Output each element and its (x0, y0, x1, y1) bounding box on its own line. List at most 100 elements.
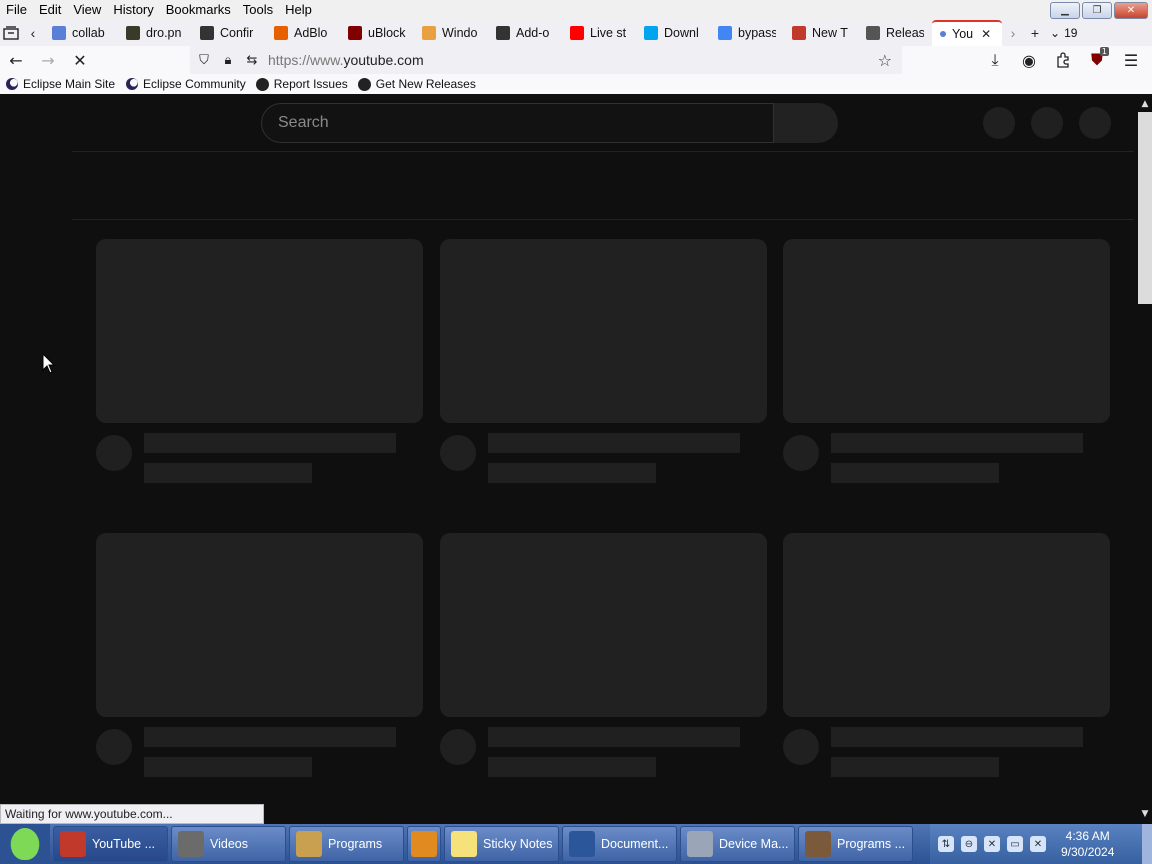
taskbar-button-1[interactable]: Videos (171, 826, 286, 862)
tab-0[interactable]: collab (44, 20, 118, 46)
taskbar-button-label: Device Ma... (719, 837, 789, 851)
volume-muted-icon[interactable]: ✕ (1030, 836, 1046, 852)
bookmark-get-new-releases[interactable]: Get New Releases (353, 77, 481, 91)
skeleton-avatar (96, 435, 132, 471)
menu-file[interactable]: File (0, 0, 33, 20)
taskbar-button-7[interactable]: Programs ... (798, 826, 913, 862)
skeleton-meta-line (144, 463, 312, 483)
tab-10[interactable]: New T (784, 20, 858, 46)
scroll-tabs-left-button[interactable]: ‹ (22, 22, 44, 44)
tab-overview-button[interactable] (0, 22, 22, 44)
bookmark-eclipse-main-site[interactable]: Eclipse Main Site (0, 77, 120, 91)
bookmark-label: Eclipse Main Site (23, 77, 116, 91)
scroll-tabs-right-button[interactable]: › (1002, 22, 1024, 44)
eclipse-icon (125, 77, 139, 91)
close-window-button[interactable]: ✕ (1114, 2, 1148, 19)
bookmark-report-issues[interactable]: Report Issues (251, 77, 353, 91)
forward-button[interactable]: → (32, 46, 64, 74)
google-icon (718, 26, 732, 40)
network-icon[interactable]: ⇅ (938, 836, 954, 852)
search-input[interactable] (278, 114, 773, 132)
page-scrollbar[interactable]: ▲ ▼ (1134, 94, 1152, 824)
menu-edit[interactable]: Edit (33, 0, 67, 20)
display-icon[interactable]: ▭ (1007, 836, 1023, 852)
divider (72, 219, 1134, 220)
tab-6[interactable]: Add-o (488, 20, 562, 46)
open-menu-button[interactable]: ☰ (1116, 46, 1146, 74)
skeleton-title-line (488, 433, 740, 453)
start-button[interactable] (0, 824, 50, 864)
back-button[interactable]: ← (0, 46, 32, 74)
bookmark-eclipse-community[interactable]: Eclipse Community (120, 77, 251, 91)
account-icon: ◉ (1022, 50, 1036, 70)
menu-history[interactable]: History (107, 0, 159, 20)
plus-icon: + (1030, 25, 1040, 41)
search-button[interactable] (774, 103, 838, 143)
shield-icon[interactable]: ⛉ (194, 53, 214, 68)
media-player-icon (411, 831, 437, 857)
tab-4[interactable]: uBlock (340, 20, 414, 46)
taskbar-button-0[interactable]: YouTube ... (53, 826, 168, 862)
address-bar[interactable]: ⛉ 🔒︎ ⇆ https://www.youtube.com ☆ (190, 46, 902, 74)
clock[interactable]: 4:36 AM 9/30/2024 (1061, 828, 1114, 860)
tab-label: Confir (220, 26, 254, 40)
taskbar-button-label: Sticky Notes (483, 837, 553, 851)
skeleton-avatar-button (1079, 107, 1111, 139)
minimize-button[interactable]: ▁ (1050, 2, 1080, 19)
tab-active-youtube[interactable]: You ✕ (932, 20, 1002, 46)
account-button[interactable]: ◉ (1014, 46, 1044, 74)
taskbar-button-2[interactable]: Programs (289, 826, 404, 862)
taskbar-button-3[interactable] (407, 826, 441, 862)
tab-5[interactable]: Windo (414, 20, 488, 46)
skeleton-avatar (783, 435, 819, 471)
lock-icon[interactable]: 🔒︎ (218, 53, 238, 68)
ublock-icon (348, 26, 362, 40)
tab-label: bypass (738, 26, 776, 40)
diamond-icon (422, 26, 436, 40)
new-tab-button[interactable]: + (1024, 22, 1046, 44)
tab-2[interactable]: Confir (192, 20, 266, 46)
network-disconnected-icon[interactable]: ✕ (984, 836, 1000, 852)
tab-7[interactable]: Live st (562, 20, 636, 46)
skeleton-meta-line (831, 463, 999, 483)
taskbar-button-6[interactable]: Device Ma... (680, 826, 795, 862)
tab-9[interactable]: bypass (710, 20, 784, 46)
close-tab-icon[interactable]: ✕ (981, 27, 991, 41)
list-all-tabs-button[interactable]: ⌄ 19 (1050, 26, 1077, 40)
tab-1[interactable]: dro.pn (118, 20, 192, 46)
alien-start-icon (11, 828, 39, 860)
restore-button[interactable]: ❐ (1082, 2, 1112, 19)
mouse-cursor-icon (42, 353, 56, 374)
skeleton-title-line (831, 433, 1083, 453)
stop-loading-button[interactable]: ✕ (64, 46, 96, 74)
search-box[interactable] (261, 103, 774, 143)
menu-help[interactable]: Help (279, 0, 318, 20)
skeleton-thumbnail (96, 239, 423, 423)
menu-tools[interactable]: Tools (237, 0, 279, 20)
bookmark-star-icon[interactable]: ☆ (878, 51, 892, 70)
taskbar-button-5[interactable]: Document... (562, 826, 677, 862)
show-desktop-button[interactable] (1142, 824, 1152, 864)
tab-8[interactable]: Downl (636, 20, 710, 46)
tab-3[interactable]: AdBlo (266, 20, 340, 46)
skeleton-thumbnail (783, 533, 1110, 717)
tab-11[interactable]: Releas (858, 20, 932, 46)
taskbar-button-label: YouTube ... (92, 837, 156, 851)
taskbar-button-4[interactable]: Sticky Notes (444, 826, 559, 862)
ublock-button[interactable]: ⛊ 1 (1082, 46, 1112, 74)
github-icon (358, 77, 372, 91)
skeleton-meta-line (831, 757, 999, 777)
url-text[interactable]: https://www.youtube.com (268, 52, 424, 68)
menu-bookmarks[interactable]: Bookmarks (160, 0, 237, 20)
downloads-button[interactable]: ⤓ (980, 46, 1010, 74)
menu-view[interactable]: View (67, 0, 107, 20)
scroll-down-icon[interactable]: ▼ (1138, 808, 1152, 820)
scrollbar-thumb[interactable] (1138, 112, 1152, 304)
tab-label: Downl (664, 26, 699, 40)
extensions-button[interactable] (1048, 46, 1078, 74)
permissions-icon[interactable]: ⇆ (242, 53, 262, 68)
minus-circle-icon[interactable]: ⊖ (961, 836, 977, 852)
windows-icon (644, 26, 658, 40)
skeleton-title-line (144, 727, 396, 747)
scroll-up-icon[interactable]: ▲ (1138, 98, 1152, 110)
